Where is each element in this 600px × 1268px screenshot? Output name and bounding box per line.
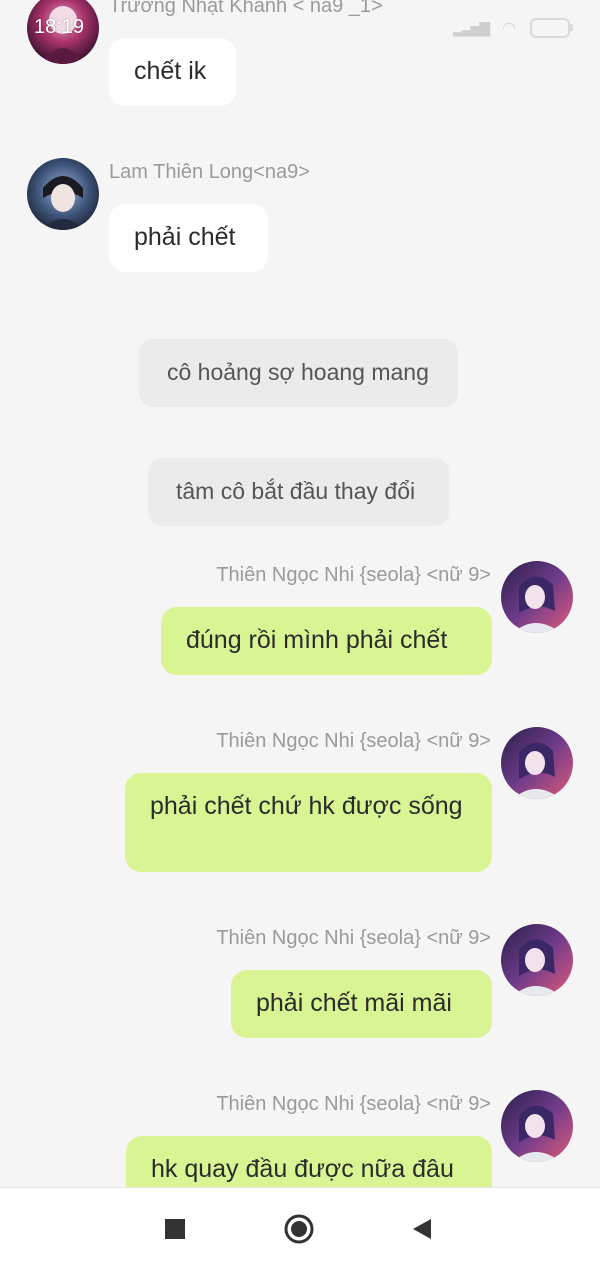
battery-icon — [530, 18, 573, 38]
back-button[interactable] — [407, 1214, 437, 1244]
message-bubble-incoming[interactable]: phải chết — [109, 204, 268, 272]
status-icons: ▂▃▅▇ ◠ — [452, 18, 573, 38]
avatar-thien-ngoc-nhi[interactable] — [501, 727, 573, 799]
message-bubble-outgoing[interactable]: đúng rồi mình phải chết — [161, 607, 492, 675]
sender-name: Thiên Ngọc Nhi {seola} <nữ 9> — [216, 927, 491, 949]
narration-bubble[interactable]: tâm cô bắt đầu thay đổi — [148, 458, 449, 526]
wifi-icon: ◠ — [502, 20, 516, 37]
square-recent-icon — [165, 1219, 185, 1239]
triangle-back-icon — [413, 1219, 431, 1239]
home-button[interactable] — [284, 1214, 314, 1244]
recent-apps-button[interactable] — [160, 1214, 190, 1244]
sender-name: Trương Nhật Khanh < na9 _1> — [109, 0, 383, 17]
circle-home-icon — [284, 1214, 314, 1244]
sender-name: Thiên Ngọc Nhi {seola} <nữ 9> — [216, 730, 491, 752]
avatar-lam-thien-long[interactable] — [27, 158, 99, 230]
message-bubble-outgoing[interactable]: phải chết chứ hk được sống — [125, 773, 492, 872]
navigation-bar — [0, 1187, 600, 1268]
avatar-thien-ngoc-nhi[interactable] — [501, 561, 573, 633]
sender-name: Thiên Ngọc Nhi {seola} <nữ 9> — [216, 1093, 491, 1115]
sender-name: Lam Thiên Long<na9> — [109, 161, 310, 183]
status-time: 18:19 — [34, 16, 85, 38]
avatar-thien-ngoc-nhi[interactable] — [501, 1090, 573, 1162]
message-bubble-incoming[interactable]: chết ik — [109, 38, 236, 106]
narration-bubble[interactable]: cô hoảng sợ hoang mang — [139, 339, 458, 407]
sender-name: Thiên Ngọc Nhi {seola} <nữ 9> — [216, 564, 491, 586]
avatar-thien-ngoc-nhi[interactable] — [501, 924, 573, 996]
signal-icon: ▂▃▅▇ — [452, 19, 490, 36]
message-bubble-outgoing[interactable]: phải chết mãi mãi — [231, 970, 492, 1038]
